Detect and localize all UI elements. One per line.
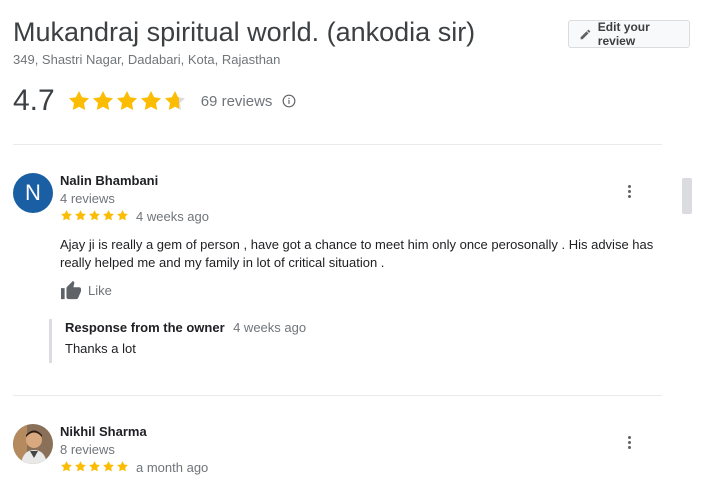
- review-item: N Nalin Bhambani 4 reviews 4 weeks ago A…: [13, 173, 673, 373]
- owner-response-label: Response from the owner: [65, 320, 225, 335]
- edit-review-button[interactable]: Edit your review: [568, 20, 690, 48]
- scrollbar[interactable]: [682, 178, 692, 214]
- reviewer-name[interactable]: Nikhil Sharma: [60, 424, 147, 439]
- star-icon: [68, 91, 89, 111]
- reviewer-review-count: 8 reviews: [60, 442, 115, 457]
- owner-response-time: 4 weeks ago: [233, 320, 307, 335]
- review-text: Ajay ji is really a gem of person , have…: [60, 237, 654, 270]
- divider: [13, 144, 662, 145]
- place-title: Mukandraj spiritual world. (ankodia sir): [13, 17, 476, 47]
- star-icon: [116, 91, 137, 111]
- star-icon: [61, 210, 72, 221]
- star-icon: [75, 210, 86, 221]
- star-icon: [140, 91, 161, 111]
- rating-value: 4.7: [13, 84, 55, 117]
- review-time: 4 weeks ago: [136, 209, 209, 224]
- avatar[interactable]: N: [13, 173, 53, 213]
- reviewer-name[interactable]: Nalin Bhambani: [60, 173, 158, 188]
- star-icon: [117, 461, 128, 472]
- review-stars: [60, 460, 129, 473]
- divider: [13, 395, 662, 396]
- more-options-icon[interactable]: [619, 432, 639, 452]
- star-icon: [75, 461, 86, 472]
- star-icon: [61, 461, 72, 472]
- star-icon: [117, 210, 128, 221]
- info-icon[interactable]: [282, 94, 296, 108]
- owner-response: Response from the owner 4 weeks ago Than…: [49, 319, 306, 363]
- star-icon: [103, 210, 114, 221]
- review-stars: [60, 209, 129, 222]
- edit-review-label: Edit your review: [597, 20, 650, 48]
- place-address: 349, Shastri Nagar, Dadabari, Kota, Raja…: [13, 52, 281, 67]
- thumbs-up-icon: [61, 280, 81, 300]
- like-label: Like: [88, 282, 112, 298]
- star-icon: [89, 461, 100, 472]
- more-options-icon[interactable]: [619, 181, 639, 201]
- pencil-icon: [580, 29, 591, 39]
- rating-stars: [67, 89, 187, 113]
- like-button[interactable]: Like: [60, 280, 112, 300]
- star-icon: [103, 461, 114, 472]
- owner-response-text: Thanks a lot: [65, 341, 136, 356]
- review-item: Nikhil Sharma 8 reviews a month ago: [13, 424, 673, 497]
- reviews-count[interactable]: 69 reviews: [201, 93, 273, 110]
- rating-summary: 4.7 69 reviews: [13, 84, 296, 118]
- star-icon: [89, 210, 100, 221]
- half-star-icon: [164, 91, 185, 111]
- reviewer-review-count: 4 reviews: [60, 191, 115, 206]
- star-icon: [92, 91, 113, 111]
- avatar[interactable]: [13, 424, 53, 464]
- review-time: a month ago: [136, 460, 209, 475]
